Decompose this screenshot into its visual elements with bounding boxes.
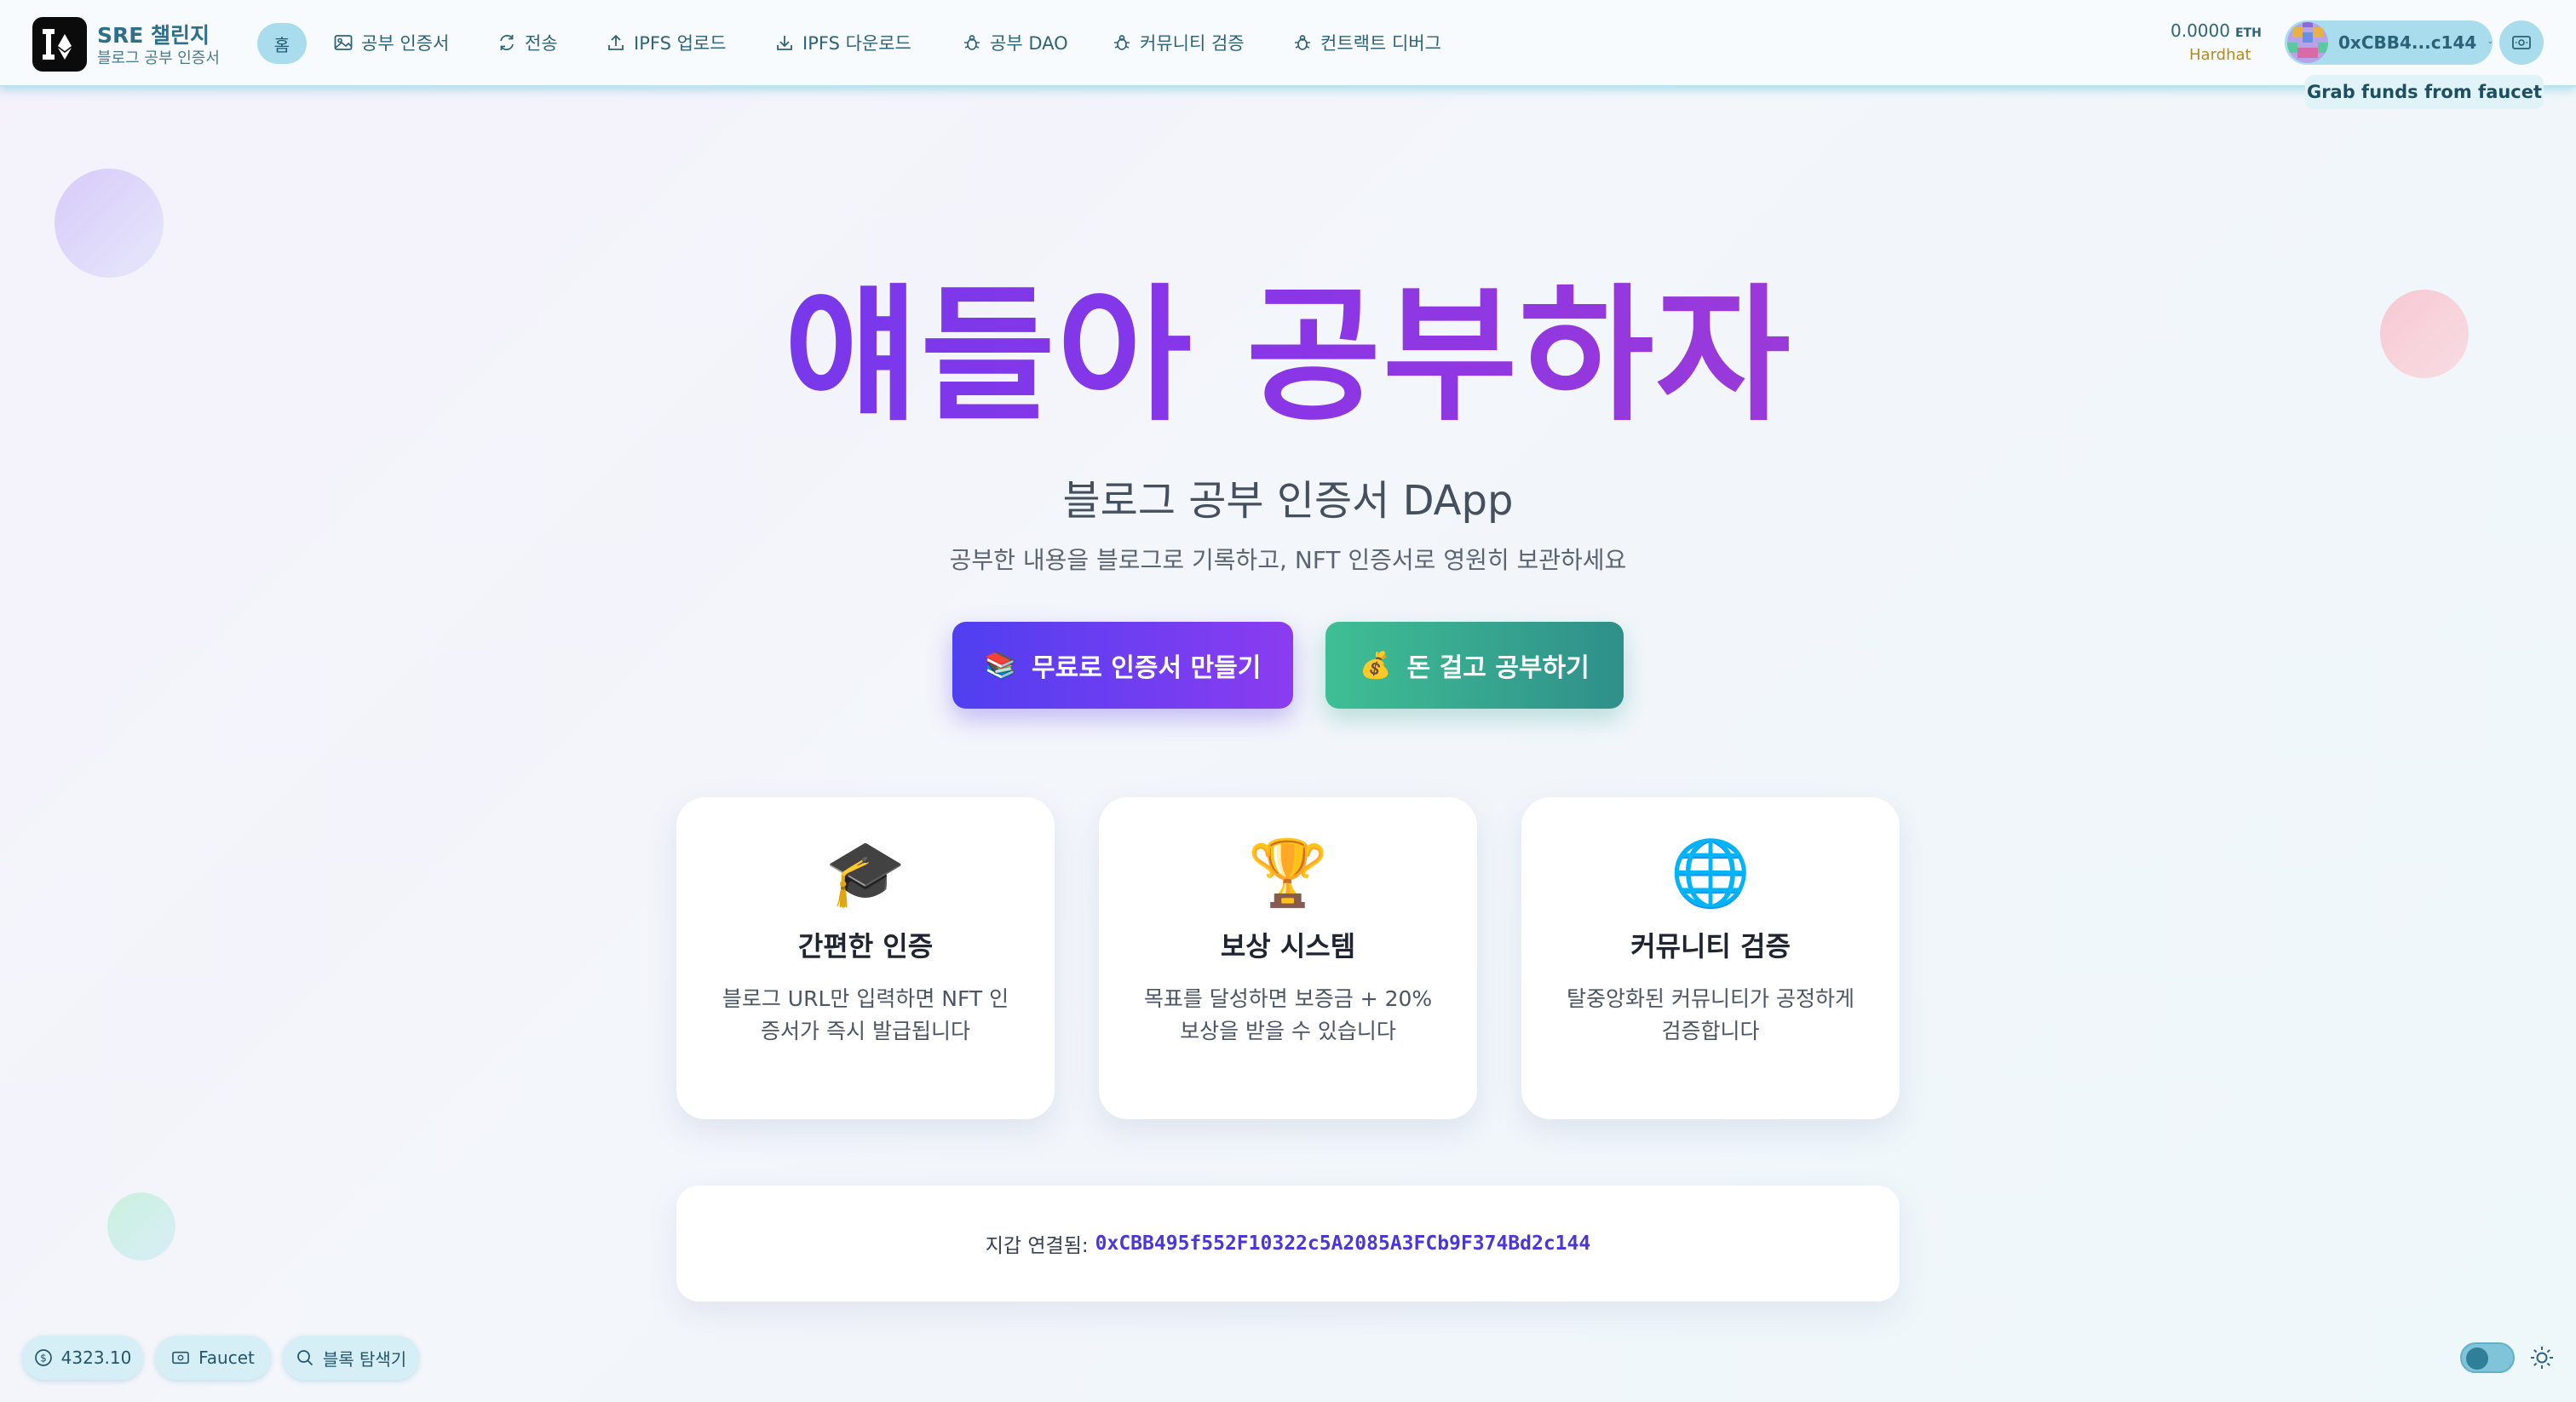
sun-icon: [2531, 1347, 2553, 1369]
refresh-icon: [500, 34, 514, 51]
nav-label: 전송: [525, 33, 558, 54]
brand-subtitle: 블로그 공부 인증서: [97, 49, 220, 67]
stake-study-button[interactable]: 💰 돈 걸고 공부하기: [1325, 622, 1624, 709]
feature-title: 보상 시스템: [1220, 930, 1356, 962]
nav-ipfs-download[interactable]: IPFS 다운로드: [775, 29, 911, 56]
nav-label: IPFS 다운로드: [802, 33, 911, 54]
nav-community-verify[interactable]: 커뮤니티 검증: [1113, 29, 1245, 56]
image-icon: [334, 35, 353, 50]
hero-description: 공부한 내용을 블로그로 기록하고, NFT 인증서로 영원히 보관하세요: [949, 546, 1627, 574]
hero-subtitle: 블로그 공부 인증서 DApp: [1062, 477, 1514, 525]
banknote-icon: [172, 1351, 189, 1365]
wallet-dropdown-button[interactable]: 0xCBB4...c144: [2285, 20, 2493, 65]
eth-price-value: 4323.10: [60, 1347, 132, 1368]
nav-home[interactable]: 홈: [257, 23, 307, 64]
nav-home-label: 홈: [273, 34, 290, 55]
wallet-avatar: [2287, 22, 2328, 63]
top-navbar: SRE 챌린지 블로그 공부 인증서 홈 공부 인증서 전송 IPFS 업로드: [0, 0, 2576, 87]
banknote-icon: [2512, 36, 2531, 49]
money-bag-icon: 💰: [1360, 650, 1392, 681]
nav-study-certificate[interactable]: 공부 인증서: [334, 29, 449, 56]
decorative-circle: [107, 1192, 175, 1261]
eth-balance: 0.0000 ETH: [2171, 20, 2262, 41]
feature-text: 목표를 달성하면 보증금 + 20% 보상을 받을 수 있습니다: [1143, 986, 1433, 1043]
search-icon: [296, 1350, 313, 1366]
chevron-down-icon: [2488, 41, 2493, 44]
feature-title: 간편한 인증: [797, 930, 934, 962]
feature-card-easy-verification: 🎓 간편한 인증 블로그 URL만 입력하면 NFT 인증서가 즉시 발급됩니다: [676, 797, 1055, 1119]
button-label: 돈 걸고 공부하기: [1406, 653, 1590, 683]
faucet-pill-button[interactable]: Faucet: [155, 1336, 271, 1380]
nav-study-dao[interactable]: 공부 DAO: [963, 29, 1068, 56]
theme-toggle[interactable]: [2460, 1342, 2515, 1373]
wallet-connected-label: 지갑 연결됨:: [985, 1235, 1089, 1257]
feature-text: 블로그 URL만 입력하면 NFT 인증서가 즉시 발급됩니다: [722, 986, 1009, 1043]
download-icon: [777, 36, 792, 50]
nav-ipfs-upload[interactable]: IPFS 업로드: [607, 29, 727, 56]
nav-label: 커뮤니티 검증: [1140, 33, 1245, 54]
feature-card-community-verification: 🌐 커뮤니티 검증 탈중앙화된 커뮤니티가 공정하게 검증합니다: [1521, 797, 1900, 1119]
balance-value: 0.0000: [2171, 20, 2230, 41]
block-explorer-pill-button[interactable]: 블록 탐색기: [283, 1336, 419, 1380]
svg-text:$: $: [40, 1353, 47, 1365]
wallet-address-short: 0xCBB4...c144: [2338, 32, 2477, 53]
nav-transfer[interactable]: 전송: [497, 29, 558, 56]
graduation-cap-icon: 🎓: [825, 835, 906, 911]
faucet-tooltip: Grab funds from faucet: [2305, 75, 2544, 109]
trophy-icon: 🏆: [1247, 835, 1329, 911]
bug-icon: [1295, 35, 1310, 50]
wallet-connected-panel: 지갑 연결됨: 0xCBB495f552F10322c5A2085A3FCb9F…: [676, 1186, 1900, 1301]
balance-unit: ETH: [2234, 26, 2262, 40]
globe-icon: 🌐: [1670, 835, 1751, 911]
wallet-full-address: 0xCBB495f552F10322c5A2085A3FCb9F374Bd2c1…: [1095, 1232, 1591, 1255]
block-explorer-label: 블록 탐색기: [322, 1348, 407, 1370]
faucet-pill-label: Faucet: [198, 1347, 255, 1368]
network-name: Hardhat: [2189, 46, 2251, 64]
free-certificate-button[interactable]: 📚 무료로 인증서 만들기: [952, 622, 1293, 709]
nav-label: 공부 인증서: [361, 33, 450, 54]
feature-title: 커뮤니티 검증: [1630, 930, 1791, 962]
books-icon: 📚: [984, 650, 1017, 681]
app-logo[interactable]: [32, 17, 87, 72]
nav-contract-debug[interactable]: 컨트랙트 디버그: [1293, 29, 1441, 56]
button-label: 무료로 인증서 만들기: [1032, 653, 1262, 683]
nav-label: 공부 DAO: [990, 33, 1068, 54]
eth-price-pill[interactable]: $ 4323.10: [22, 1336, 143, 1380]
nav-label: IPFS 업로드: [634, 33, 727, 54]
dollar-circle-icon: $: [34, 1349, 52, 1366]
feature-card-reward-system: 🏆 보상 시스템 목표를 달성하면 보증금 + 20% 보상을 받을 수 있습니…: [1099, 797, 1477, 1119]
logo-icon: [43, 29, 72, 60]
upload-icon: [608, 34, 624, 50]
nav-label: 컨트랙트 디버그: [1320, 33, 1441, 54]
faucet-button[interactable]: [2499, 20, 2544, 65]
decorative-circle: [55, 169, 164, 278]
bug-icon: [1114, 35, 1130, 50]
hero-title: 얘들아 공부하자: [0, 271, 2576, 441]
brand-title: SRE 챌린지: [97, 23, 210, 48]
feature-text: 탈중앙화된 커뮤니티가 공정하게 검증합니다: [1567, 986, 1854, 1043]
toggle-knob: [2466, 1347, 2488, 1370]
bug-icon: [964, 35, 980, 50]
